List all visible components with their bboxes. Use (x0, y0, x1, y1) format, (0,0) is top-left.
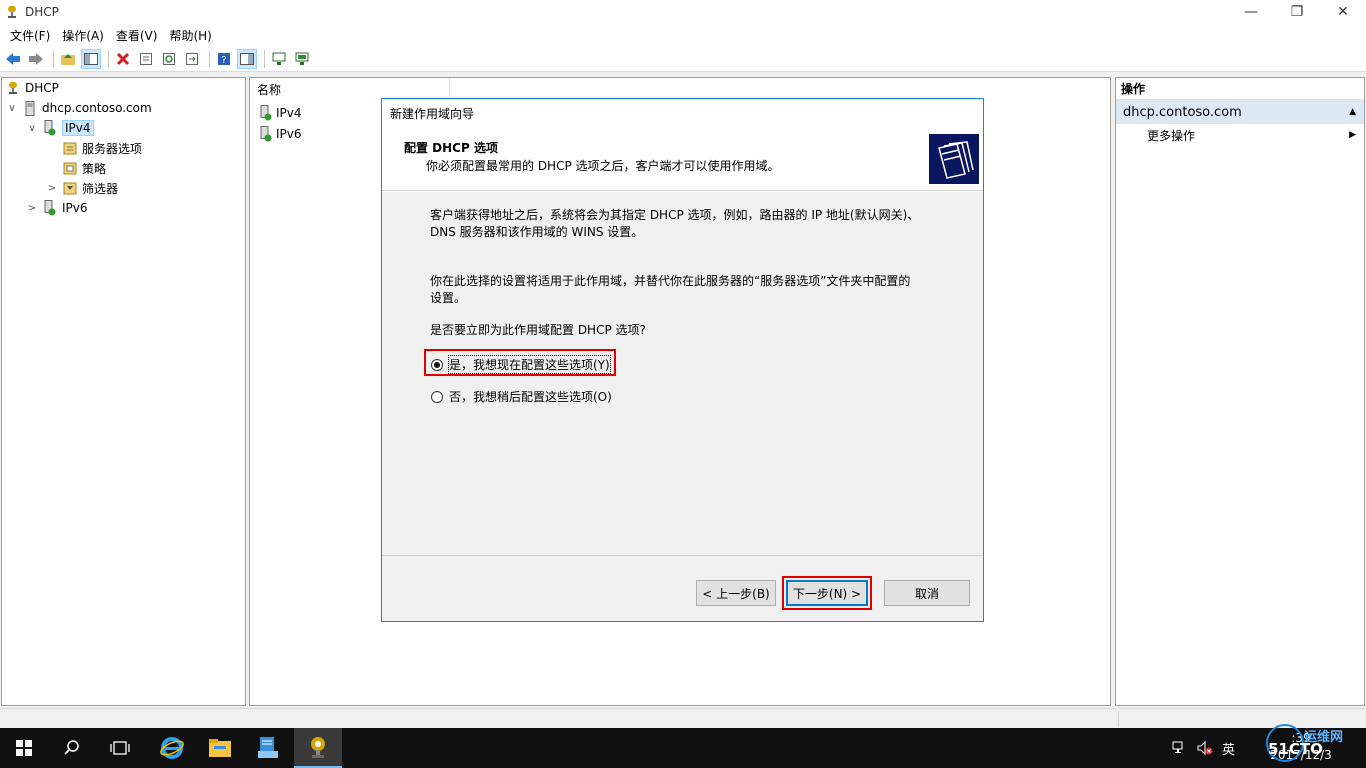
column-header-name[interactable]: 名称 (250, 78, 450, 100)
list-item-ipv6[interactable]: IPv6 (258, 125, 302, 143)
wizard-step-subtitle: 你必须配置最常用的 DHCP 选项之后，客户端才可以使用作用域。 (426, 159, 780, 173)
file-explorer-icon (209, 739, 231, 757)
server-monitor-icon[interactable] (269, 49, 289, 69)
network-icon[interactable] (1172, 728, 1188, 768)
toolbar: ? (0, 46, 1366, 72)
status-bar (0, 708, 1366, 728)
forward-icon[interactable] (26, 49, 46, 69)
help-icon[interactable]: ? (214, 49, 234, 69)
question-text: 是否要立即为此作用域配置 DHCP 选项? (430, 323, 646, 337)
maximize-button[interactable]: ❐ (1274, 0, 1320, 24)
refresh-icon[interactable] (159, 49, 179, 69)
watermark-logo: 运维网 51CTO (1260, 720, 1366, 768)
list-item-ipv4[interactable]: IPv4 (258, 104, 302, 122)
collapse-chevron-icon[interactable]: ∨ (26, 123, 38, 134)
wizard-step-title: 配置 DHCP 选项 (404, 141, 498, 155)
windows-logo-icon (16, 740, 32, 756)
scope-paragraph: 你在此选择的设置将适用于此作用域，并替代你在此服务器的“服务器选项”文件夹中配置… (430, 274, 911, 305)
dhcp-icon (5, 80, 21, 96)
taskbar-server-manager[interactable] (244, 728, 292, 768)
taskbar-ie[interactable] (148, 728, 196, 768)
actions-header: 操作 (1116, 78, 1364, 100)
server-options-icon (62, 140, 78, 156)
tree-item-server[interactable]: ∨ dhcp.contoso.com (6, 99, 152, 117)
menu-action[interactable]: 操作(A) (56, 27, 110, 44)
up-folder-icon[interactable] (58, 49, 78, 69)
folders-icon (929, 134, 979, 184)
next-button[interactable]: 下一步(N) > (786, 580, 868, 606)
internet-explorer-icon (160, 737, 184, 759)
dhcp-app-icon (8, 6, 16, 18)
search-icon (64, 740, 79, 755)
task-view-icon (110, 741, 130, 755)
tree-item-server-options[interactable]: 服务器选项 (46, 139, 142, 157)
task-view-button[interactable] (96, 728, 144, 768)
server-network-icon[interactable] (292, 49, 312, 69)
new-scope-wizard-dialog: 新建作用域向导 配置 DHCP 选项 你必须配置最常用的 DHCP 选项之后，客… (381, 98, 984, 622)
svg-text:?: ? (221, 55, 226, 66)
show-hide-tree-icon[interactable] (81, 48, 101, 69)
tree-item-ipv4[interactable]: ∨ IPv4 (26, 119, 94, 137)
cancel-button[interactable]: 取消 (884, 580, 970, 606)
taskbar-file-explorer[interactable] (196, 728, 244, 768)
ipv4-icon (260, 105, 272, 121)
ipv6-icon (42, 200, 58, 216)
delete-icon[interactable] (113, 49, 133, 69)
wizard-footer: < 上一步(B) 下一步(N) > 取消 (382, 555, 983, 621)
wizard-body: 客户端获得地址之后，系统将会为其指定 DHCP 选项，例如，路由器的 IP 地址… (382, 192, 983, 555)
radio-configure-now[interactable]: 是，我想现在配置这些选项(Y) (431, 355, 611, 374)
taskbar: 英 :39 2017/12/3 (0, 728, 1366, 768)
collapse-chevron-icon[interactable]: ∨ (6, 103, 18, 114)
close-button[interactable]: ✕ (1320, 0, 1366, 24)
taskbar-dhcp[interactable] (294, 728, 342, 768)
menu-view[interactable]: 查看(V) (110, 27, 164, 44)
menu-bar: 文件(F) 操作(A) 查看(V) 帮助(H) (0, 24, 1366, 46)
back-button[interactable]: < 上一步(B) (696, 580, 776, 606)
export-list-icon[interactable] (182, 49, 202, 69)
dhcp-icon (311, 737, 325, 758)
minimize-button[interactable]: — (1228, 0, 1274, 24)
volume-muted-icon[interactable] (1196, 728, 1214, 768)
tree-item-ipv6[interactable]: > IPv6 (26, 199, 88, 217)
ipv6-icon (260, 126, 272, 142)
actions-group-server[interactable]: dhcp.contoso.com ▲ (1116, 100, 1364, 124)
tree-item-policies[interactable]: 策略 (46, 159, 106, 177)
start-button[interactable] (0, 728, 48, 768)
expand-chevron-icon[interactable]: > (26, 203, 38, 214)
wizard-title: 新建作用域向导 (390, 106, 475, 121)
search-button[interactable] (48, 728, 96, 768)
server-manager-icon (258, 737, 278, 758)
console-tree: DHCP ∨ dhcp.contoso.com ∨ IPv4 服务器选项 策略 … (1, 77, 246, 706)
actions-pane: 操作 dhcp.contoso.com ▲ 更多操作 ▶ (1115, 77, 1365, 706)
policies-icon (62, 160, 78, 176)
collapse-up-icon[interactable]: ▲ (1349, 107, 1356, 117)
action-pane-icon[interactable] (237, 48, 257, 69)
intro-paragraph: 客户端获得地址之后，系统将会为其指定 DHCP 选项，例如，路由器的 IP 地址… (430, 208, 920, 239)
radio-unselected-icon[interactable] (431, 390, 443, 403)
back-icon[interactable] (3, 49, 23, 69)
radio-selected-icon[interactable] (431, 358, 443, 371)
ime-indicator[interactable]: 英 (1222, 728, 1235, 768)
submenu-arrow-icon: ▶ (1349, 130, 1356, 140)
tree-item-filters[interactable]: > 筛选器 (46, 179, 118, 197)
wizard-header: 配置 DHCP 选项 你必须配置最常用的 DHCP 选项之后，客户端才可以使用作… (382, 127, 983, 191)
filters-icon (62, 180, 78, 196)
properties-icon[interactable] (136, 49, 156, 69)
menu-help[interactable]: 帮助(H) (163, 27, 217, 44)
tree-item-dhcp[interactable]: DHCP (5, 79, 59, 97)
server-icon (22, 100, 38, 116)
ipv4-icon (42, 120, 58, 136)
expand-chevron-icon[interactable]: > (46, 183, 58, 194)
radio-configure-later[interactable]: 否，我想稍后配置这些选项(O) (431, 388, 612, 405)
window-title: DHCP (25, 5, 59, 19)
more-actions-item[interactable]: 更多操作 ▶ (1116, 124, 1364, 146)
title-bar: DHCP — ❐ ✕ (0, 0, 1366, 24)
menu-file[interactable]: 文件(F) (4, 27, 56, 44)
